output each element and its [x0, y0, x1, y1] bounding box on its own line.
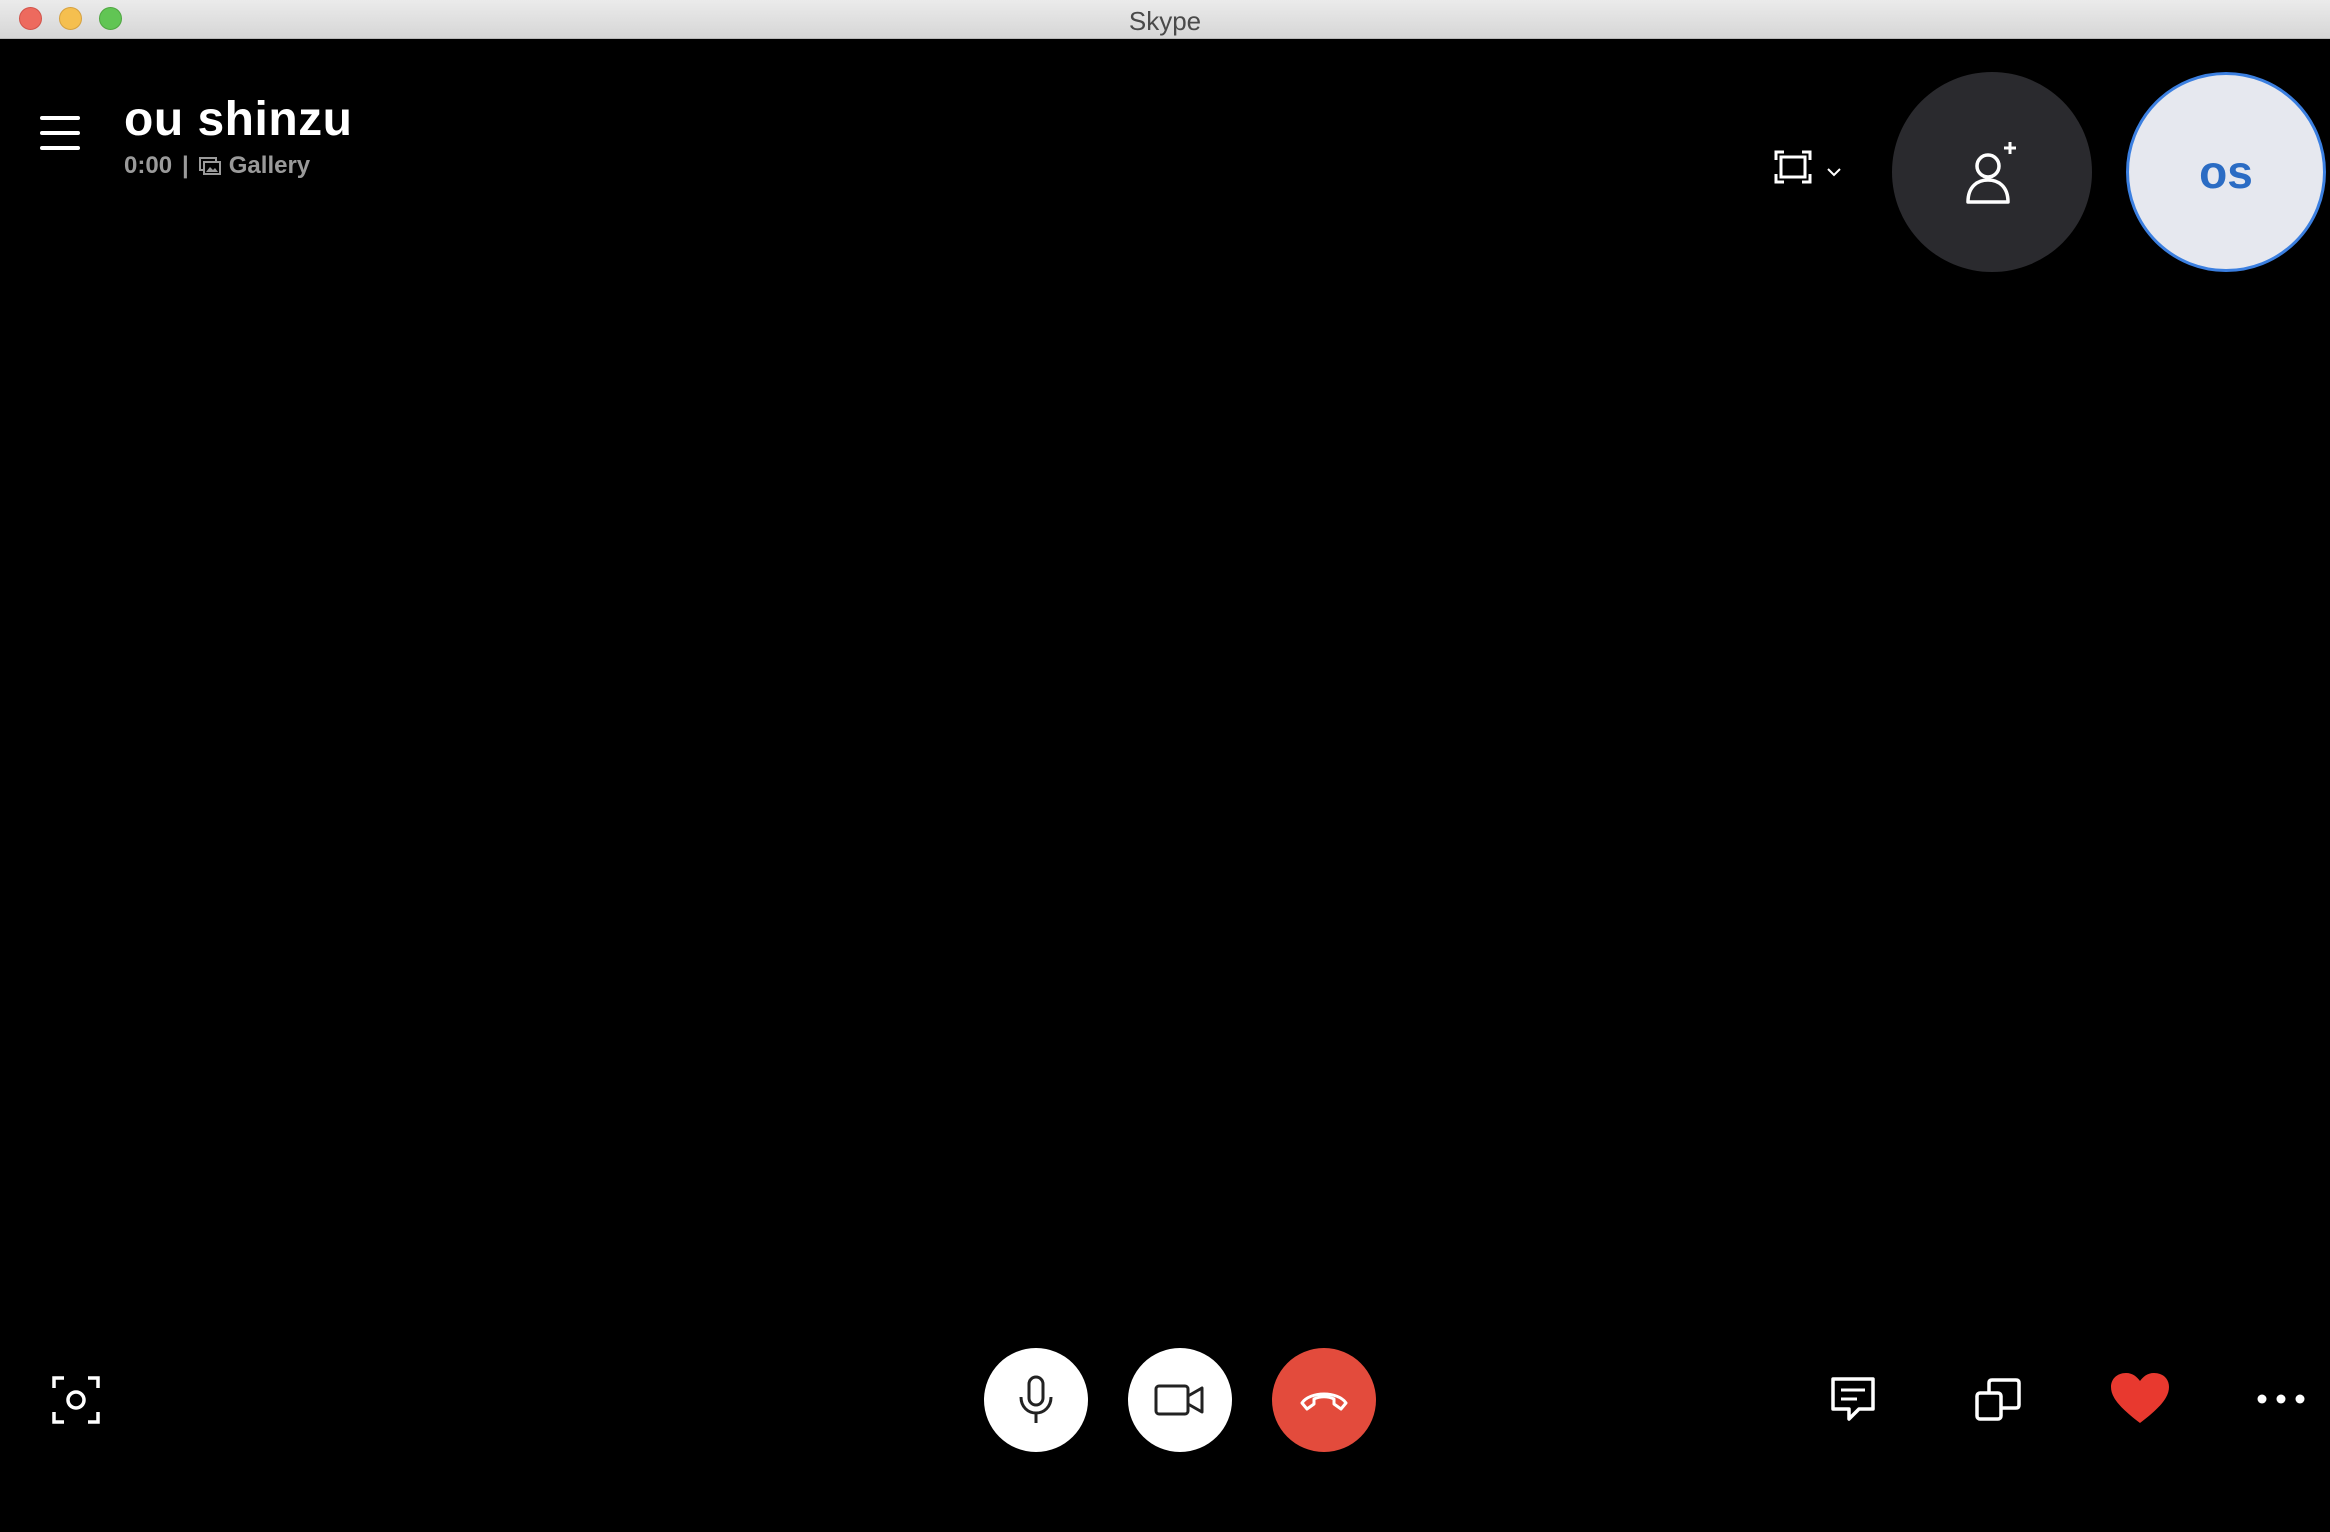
gallery-label: Gallery — [228, 152, 311, 179]
status-separator: | — [182, 152, 189, 179]
call-timer: 0:00 — [124, 152, 173, 179]
participant-avatar[interactable]: os — [2126, 72, 2326, 272]
camera-snapshot-icon — [52, 1376, 100, 1424]
end-call-button[interactable] — [1272, 1348, 1376, 1452]
contact-name: ou shinzu — [124, 93, 353, 146]
hamburger-menu-icon[interactable] — [38, 110, 84, 156]
video-camera-icon — [1154, 1384, 1204, 1416]
add-person-icon — [1966, 142, 2016, 204]
more-options-button[interactable] — [2254, 1384, 2308, 1414]
gallery-icon — [198, 157, 221, 175]
call-status-line: 0:00 | Gallery — [124, 152, 310, 180]
more-options-icon — [2257, 1394, 2305, 1404]
gallery-view-toggle[interactable]: Gallery — [198, 152, 311, 180]
window-title: Skype — [1128, 6, 1202, 36]
mute-button[interactable] — [984, 1348, 1088, 1452]
chat-icon — [1831, 1377, 1875, 1421]
chevron-down-icon — [1827, 168, 1841, 177]
video-button[interactable] — [1128, 1348, 1232, 1452]
share-screen-button[interactable] — [1970, 1372, 2026, 1428]
view-switch-button[interactable] — [1772, 146, 1842, 196]
hang-up-icon — [1300, 1392, 1348, 1411]
share-screen-icon — [1975, 1378, 2021, 1421]
add-people-button[interactable] — [1892, 72, 2092, 272]
reactions-button[interactable] — [2108, 1368, 2172, 1428]
skype-call-window: Skype ou shinzu 0:00 | Gallery os — [0, 0, 2330, 1532]
title-bar: Skype — [0, 0, 2330, 39]
chat-button[interactable] — [1826, 1372, 1882, 1428]
heart-icon — [2111, 1373, 2169, 1423]
microphone-icon — [1019, 1375, 1053, 1423]
snapshot-button[interactable] — [46, 1372, 106, 1428]
